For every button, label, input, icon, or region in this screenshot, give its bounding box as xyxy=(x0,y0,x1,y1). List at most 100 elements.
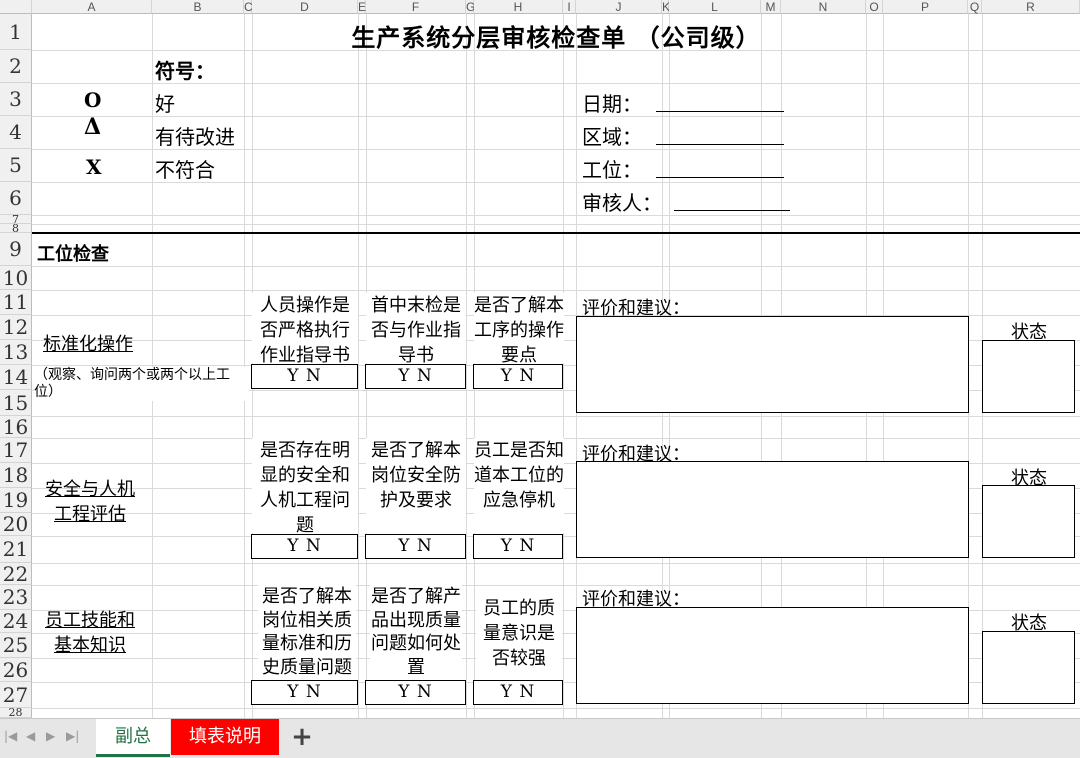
yn-checkbox-3-3[interactable]: Y N xyxy=(473,680,563,705)
row-header[interactable]: 23 xyxy=(0,585,32,610)
question-3-2[interactable]: 是否了解产品出现质量问题如何处置 xyxy=(370,585,462,679)
row-header[interactable]: 2 xyxy=(0,50,32,83)
row-header[interactable]: 9 xyxy=(0,233,32,266)
status-box-2[interactable] xyxy=(982,485,1075,558)
column-header[interactable]: K xyxy=(662,0,670,14)
question-2-2[interactable]: 是否了解本岗位安全防护及要求 xyxy=(366,438,466,533)
row-header[interactable]: 6 xyxy=(0,182,32,215)
area-blank xyxy=(656,144,784,145)
last-sheet-arrow-icon[interactable]: ▶| xyxy=(66,729,79,743)
column-header[interactable]: M xyxy=(761,0,781,14)
auditor-label[interactable]: 审核人： xyxy=(582,187,662,216)
comment-box-2[interactable] xyxy=(576,461,969,558)
question-3-3[interactable]: 员工的质量意识是否较强 xyxy=(476,596,562,670)
question-2-3[interactable]: 员工是否知道本工位的应急停机 xyxy=(474,438,564,533)
next-sheet-arrow-icon[interactable]: ▶ xyxy=(46,729,55,743)
yn-checkbox-3-2[interactable]: Y N xyxy=(365,680,466,705)
symbol-fail-meaning[interactable]: 不符合 xyxy=(155,154,215,183)
yn-checkbox-2-1[interactable]: Y N xyxy=(251,534,358,559)
date-label[interactable]: 日期： xyxy=(582,88,642,117)
status-box-1[interactable] xyxy=(982,340,1075,413)
sheet-tab-active[interactable]: 副总 xyxy=(96,719,170,757)
sheet-tab-instructions[interactable]: 填表说明 xyxy=(171,719,279,755)
yn-checkbox-2-3[interactable]: Y N xyxy=(473,534,563,559)
row-header[interactable]: 10 xyxy=(0,266,32,290)
column-header[interactable]: D xyxy=(252,0,358,14)
column-header[interactable]: Q xyxy=(968,0,982,14)
symbol-good[interactable]: O xyxy=(84,88,101,112)
row-header[interactable]: 17 xyxy=(0,438,32,463)
row-header[interactable]: 16 xyxy=(0,416,32,438)
row-header[interactable]: 24 xyxy=(0,610,32,633)
symbol-good-meaning[interactable]: 好 xyxy=(155,88,175,117)
column-header[interactable]: P xyxy=(883,0,968,14)
column-header[interactable]: J xyxy=(576,0,662,14)
group-name-safety[interactable]: 安全与人机工程评估 xyxy=(40,477,140,527)
row-header[interactable]: 11 xyxy=(0,290,32,315)
select-all-corner[interactable] xyxy=(0,0,32,14)
first-sheet-arrow-icon[interactable]: |◀ xyxy=(4,729,17,743)
spreadsheet-grid[interactable]: ABCDEFGHIJKLMNOPQR 1 2 3 4 5 6 7 8 9 10 11 12 13 14 15… xyxy=(0,0,1080,718)
question-1-3[interactable]: 是否了解本工序的操作要点 xyxy=(474,293,564,363)
column-header[interactable]: L xyxy=(669,0,761,14)
yn-checkbox-3-1[interactable]: Y N xyxy=(251,680,358,705)
row-header[interactable]: 4 xyxy=(0,116,32,149)
column-header[interactable]: F xyxy=(366,0,466,14)
row-header[interactable]: 3 xyxy=(0,83,32,116)
group-name-safety-text: 安全与人机工程评估 xyxy=(45,479,135,525)
plus-icon[interactable]: + xyxy=(288,719,316,755)
row-header[interactable]: 19 xyxy=(0,488,32,513)
symbol-improve[interactable]: Δ xyxy=(84,114,101,140)
symbol-fail[interactable]: X xyxy=(86,155,102,179)
row-header[interactable]: 8 xyxy=(0,223,32,234)
column-header[interactable]: A xyxy=(32,0,152,14)
row-header[interactable]: 1 xyxy=(0,14,32,50)
row-header[interactable]: 12 xyxy=(0,315,32,340)
yn-checkbox-1-2[interactable]: Y N xyxy=(365,364,466,389)
row-header[interactable]: 27 xyxy=(0,682,32,708)
row-header[interactable]: 26 xyxy=(0,658,32,682)
prev-sheet-arrow-icon[interactable]: ◀ xyxy=(26,729,35,743)
comment-box-3[interactable] xyxy=(576,607,969,704)
question-3-1[interactable]: 是否了解本岗位相关质量标准和历史质量问题 xyxy=(258,585,356,679)
row-header[interactable]: 14 xyxy=(0,365,32,390)
column-gridline xyxy=(152,14,153,718)
sheet-title[interactable]: 生产系统分层审核检查单 （公司级） xyxy=(32,18,1080,53)
row-header[interactable]: 15 xyxy=(0,390,32,416)
row-gridline xyxy=(32,416,1080,417)
section-title[interactable]: 工位检查 xyxy=(37,240,109,266)
group-name-standardization[interactable]: 标准化操作 xyxy=(43,330,133,356)
question-1-1[interactable]: 人员操作是否严格执行作业指导书 xyxy=(252,293,358,363)
row-header[interactable]: 22 xyxy=(0,563,32,585)
status-box-3[interactable] xyxy=(982,631,1075,704)
question-1-2[interactable]: 首中末检是否与作业指导书 xyxy=(366,293,466,363)
comment-box-1[interactable] xyxy=(576,316,969,413)
station-label[interactable]: 工位： xyxy=(582,154,642,183)
row-header[interactable]: 13 xyxy=(0,340,32,365)
column-header[interactable]: O xyxy=(866,0,883,14)
column-header[interactable]: E xyxy=(358,0,366,14)
group-note-standardization[interactable]: （观察、询问两个或两个以上工位） xyxy=(34,367,249,401)
row-header[interactable]: 25 xyxy=(0,633,32,658)
yn-checkbox-1-1[interactable]: Y N xyxy=(251,364,358,389)
column-header[interactable]: G xyxy=(466,0,475,14)
row-header[interactable]: 18 xyxy=(0,463,32,488)
row-header[interactable]: 21 xyxy=(0,536,32,563)
column-header[interactable]: C xyxy=(244,0,253,14)
group-name-skills[interactable]: 员工技能和基本知识 xyxy=(40,608,140,658)
yn-checkbox-2-2[interactable]: Y N xyxy=(365,534,466,559)
column-header[interactable]: H xyxy=(474,0,563,14)
row-header[interactable]: 5 xyxy=(0,149,32,182)
column-gridline xyxy=(244,14,245,718)
row-header[interactable]: 28 xyxy=(0,707,32,718)
symbol-improve-meaning[interactable]: 有待改进 xyxy=(155,121,235,150)
yn-checkbox-1-3[interactable]: Y N xyxy=(473,364,563,389)
area-label[interactable]: 区域： xyxy=(582,121,642,150)
question-2-1[interactable]: 是否存在明显的安全和人机工程问题 xyxy=(252,438,358,533)
column-header[interactable]: R xyxy=(982,0,1080,14)
row-header[interactable]: 20 xyxy=(0,513,32,536)
column-header[interactable]: N xyxy=(781,0,866,14)
column-header[interactable]: B xyxy=(152,0,244,14)
column-header[interactable]: I xyxy=(563,0,576,14)
symbols-heading[interactable]: 符号： xyxy=(155,55,215,84)
